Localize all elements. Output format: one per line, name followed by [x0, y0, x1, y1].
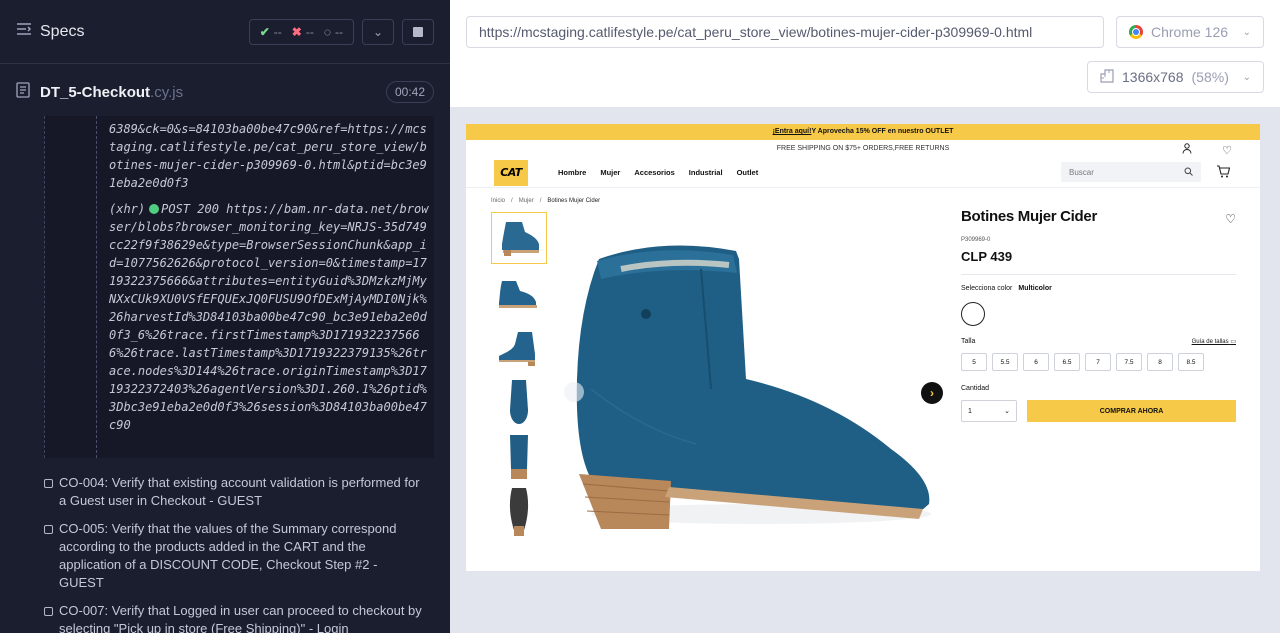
chevron-right-icon: › [930, 386, 934, 400]
quantity-label: Cantidad [961, 385, 990, 392]
log-entry[interactable]: 6389&ck=0&s=84103ba00be47c90&ref=https:/… [109, 120, 434, 192]
product-title: Botines Mujer Cider [961, 208, 1097, 225]
log-entry-text: (xhr) POST 200 https://bam.nr-data.net/br… [109, 202, 429, 432]
size-option[interactable]: 5 [961, 353, 987, 371]
size-option[interactable]: 7.5 [1116, 353, 1142, 371]
buy-now-button[interactable]: COMPRAR AHORA [1027, 400, 1236, 422]
size-option[interactable]: 6 [1023, 353, 1049, 371]
chevron-down-icon: ⌄ [1242, 26, 1251, 38]
search-icon[interactable] [1184, 167, 1193, 178]
size-options: 5 5.5 6 6.5 7 7.5 8 8.5 [961, 353, 1236, 371]
stop-icon [413, 26, 423, 37]
pending-checkbox-icon [44, 607, 53, 616]
spinner-icon: ◌ [323, 24, 331, 39]
nav-item-hombre[interactable]: Hombre [558, 168, 586, 177]
breadcrumb: Inicio / Mujer / Botines Mujer Cider [491, 198, 601, 204]
thumbnail-sole[interactable] [491, 487, 547, 539]
stats-box: ✔ -- ✖ -- ◌ -- [248, 18, 354, 45]
breadcrumb-mujer[interactable]: Mujer [519, 198, 534, 204]
chrome-icon [1129, 25, 1143, 39]
chevron-down-icon: ⌄ [1004, 408, 1010, 415]
command-log[interactable]: 6389&ck=0&s=84103ba00be47c90&ref=https:/… [44, 116, 434, 458]
shipping-bar: FREE SHIPPING ON $75+ ORDERS,FREE RETURN… [466, 140, 1260, 158]
browser-selector[interactable]: Chrome 126 ⌄ [1116, 16, 1264, 48]
nav-item-accesorios[interactable]: Accesorios [634, 168, 674, 177]
check-icon: ✔ [259, 24, 270, 39]
spec-file-name: DT_5-Checkout.cy.js [40, 83, 184, 101]
url-bar[interactable]: https://mcstaging.catlifestyle.pe/cat_pe… [466, 16, 1104, 48]
test-item[interactable]: CO-007: Verify that Logged in user can p… [44, 602, 424, 633]
document-icon [16, 81, 30, 103]
store-page: ¡Entra aquí!Y Aprovecha 15% OFF en nuest… [466, 124, 1260, 571]
size-option[interactable]: 8 [1147, 353, 1173, 371]
spec-file-header[interactable]: DT_5-Checkout.cy.js 00:42 [0, 64, 450, 120]
product-info: Botines Mujer Cider ♡ P309969-0 CLP 439 … [961, 208, 1236, 422]
pending-stat: ◌ -- [323, 24, 343, 39]
product-main-image[interactable] [561, 229, 941, 539]
specs-label: Specs [40, 22, 85, 40]
nav-item-outlet[interactable]: Outlet [737, 168, 759, 177]
quantity-select[interactable]: 1 ⌄ [961, 400, 1017, 422]
size-row-header: Talla Guía de tallas ▭ [961, 338, 1236, 345]
specs-list-icon [16, 22, 32, 41]
status-dot-icon [149, 204, 160, 214]
viewport-selector[interactable]: 1366x768 (58%) ⌄ [1087, 61, 1264, 93]
thumbnail-inner[interactable] [491, 322, 547, 374]
aut-header: https://mcstaging.catlifestyle.pe/cat_pe… [450, 0, 1280, 107]
log-entry-text: 6389&ck=0&s=84103ba00be47c90&ref=https:/… [109, 122, 427, 190]
thumbnail-front[interactable] [491, 377, 547, 429]
options-dropdown-button[interactable]: ⌄ [362, 18, 394, 45]
test-item[interactable]: CO-004: Verify that existing account val… [44, 474, 424, 510]
product-price: CLP 439 [961, 249, 1236, 275]
size-guide-link[interactable]: Guía de tallas ▭ [1192, 338, 1236, 345]
pending-checkbox-icon [44, 479, 53, 488]
promo-link[interactable]: ¡Entra aquí! [773, 128, 812, 135]
color-swatch-multicolor[interactable] [961, 302, 985, 326]
pending-checkbox-icon [44, 525, 53, 534]
cat-logo[interactable]: CAT [494, 159, 528, 186]
specs-toggle[interactable]: Specs [16, 22, 84, 41]
breadcrumb-current: Botines Mujer Cider [547, 198, 601, 204]
passed-stat: ✔ -- [259, 24, 282, 39]
stop-button[interactable] [402, 18, 434, 45]
size-option[interactable]: 7 [1085, 353, 1111, 371]
ruler-icon: ▭ [1230, 339, 1236, 345]
app-under-test-area: https://mcstaging.catlifestyle.pe/cat_pe… [450, 0, 1280, 633]
color-selector-label: Selecciona color Multicolor [961, 285, 1052, 292]
test-item[interactable]: CO-005: Verify that the values of the Su… [44, 520, 424, 592]
thumbnail-back[interactable] [491, 432, 547, 484]
x-icon: ✖ [291, 24, 302, 39]
nav-item-industrial[interactable]: Industrial [689, 168, 723, 177]
gallery-prev-arrow[interactable] [564, 382, 584, 402]
run-stats: ✔ -- ✖ -- ◌ -- ⌄ [248, 18, 434, 45]
size-option[interactable]: 8.5 [1178, 353, 1204, 371]
run-duration: 00:42 [385, 81, 434, 103]
cart-icon[interactable] [1216, 165, 1231, 181]
failed-stat: ✖ -- [291, 24, 314, 39]
chevron-down-icon: ⌄ [1242, 71, 1251, 83]
ruler-icon [1100, 68, 1114, 86]
promo-banner: ¡Entra aquí!Y Aprovecha 15% OFF en nuest… [466, 124, 1260, 140]
breadcrumb-inicio[interactable]: Inicio [491, 198, 505, 204]
reporter-header: Specs ✔ -- ✖ -- ◌ -- ⌄ [0, 0, 450, 64]
product-sku: P309969-0 [961, 237, 991, 243]
search-input[interactable]: Buscar [1061, 162, 1201, 182]
size-option[interactable]: 5.5 [992, 353, 1018, 371]
size-option[interactable]: 6.5 [1054, 353, 1080, 371]
thumbnail-angle[interactable] [491, 267, 547, 319]
chevron-down-icon: ⌄ [372, 24, 384, 39]
store-navbar: CAT Hombre Mujer Accesorios Industrial O… [466, 158, 1260, 188]
log-entry-xhr[interactable]: (xhr) POST 200 https://bam.nr-data.net/br… [109, 200, 434, 434]
log-gutter [96, 116, 97, 458]
test-list: CO-004: Verify that existing account val… [44, 474, 424, 633]
reporter-panel: Specs ✔ -- ✖ -- ◌ -- ⌄ DT_5-Checkout.cy.js … [0, 0, 450, 633]
main-nav: Hombre Mujer Accesorios Industrial Outle… [558, 168, 758, 177]
nav-item-mujer[interactable]: Mujer [600, 168, 620, 177]
thumbnail-gallery [491, 212, 547, 542]
thumbnail-side[interactable] [491, 212, 547, 264]
purchase-row: 1 ⌄ COMPRAR AHORA [961, 400, 1236, 422]
gallery-next-arrow[interactable]: › [921, 382, 943, 404]
add-to-wishlist-icon[interactable]: ♡ [1225, 212, 1236, 226]
